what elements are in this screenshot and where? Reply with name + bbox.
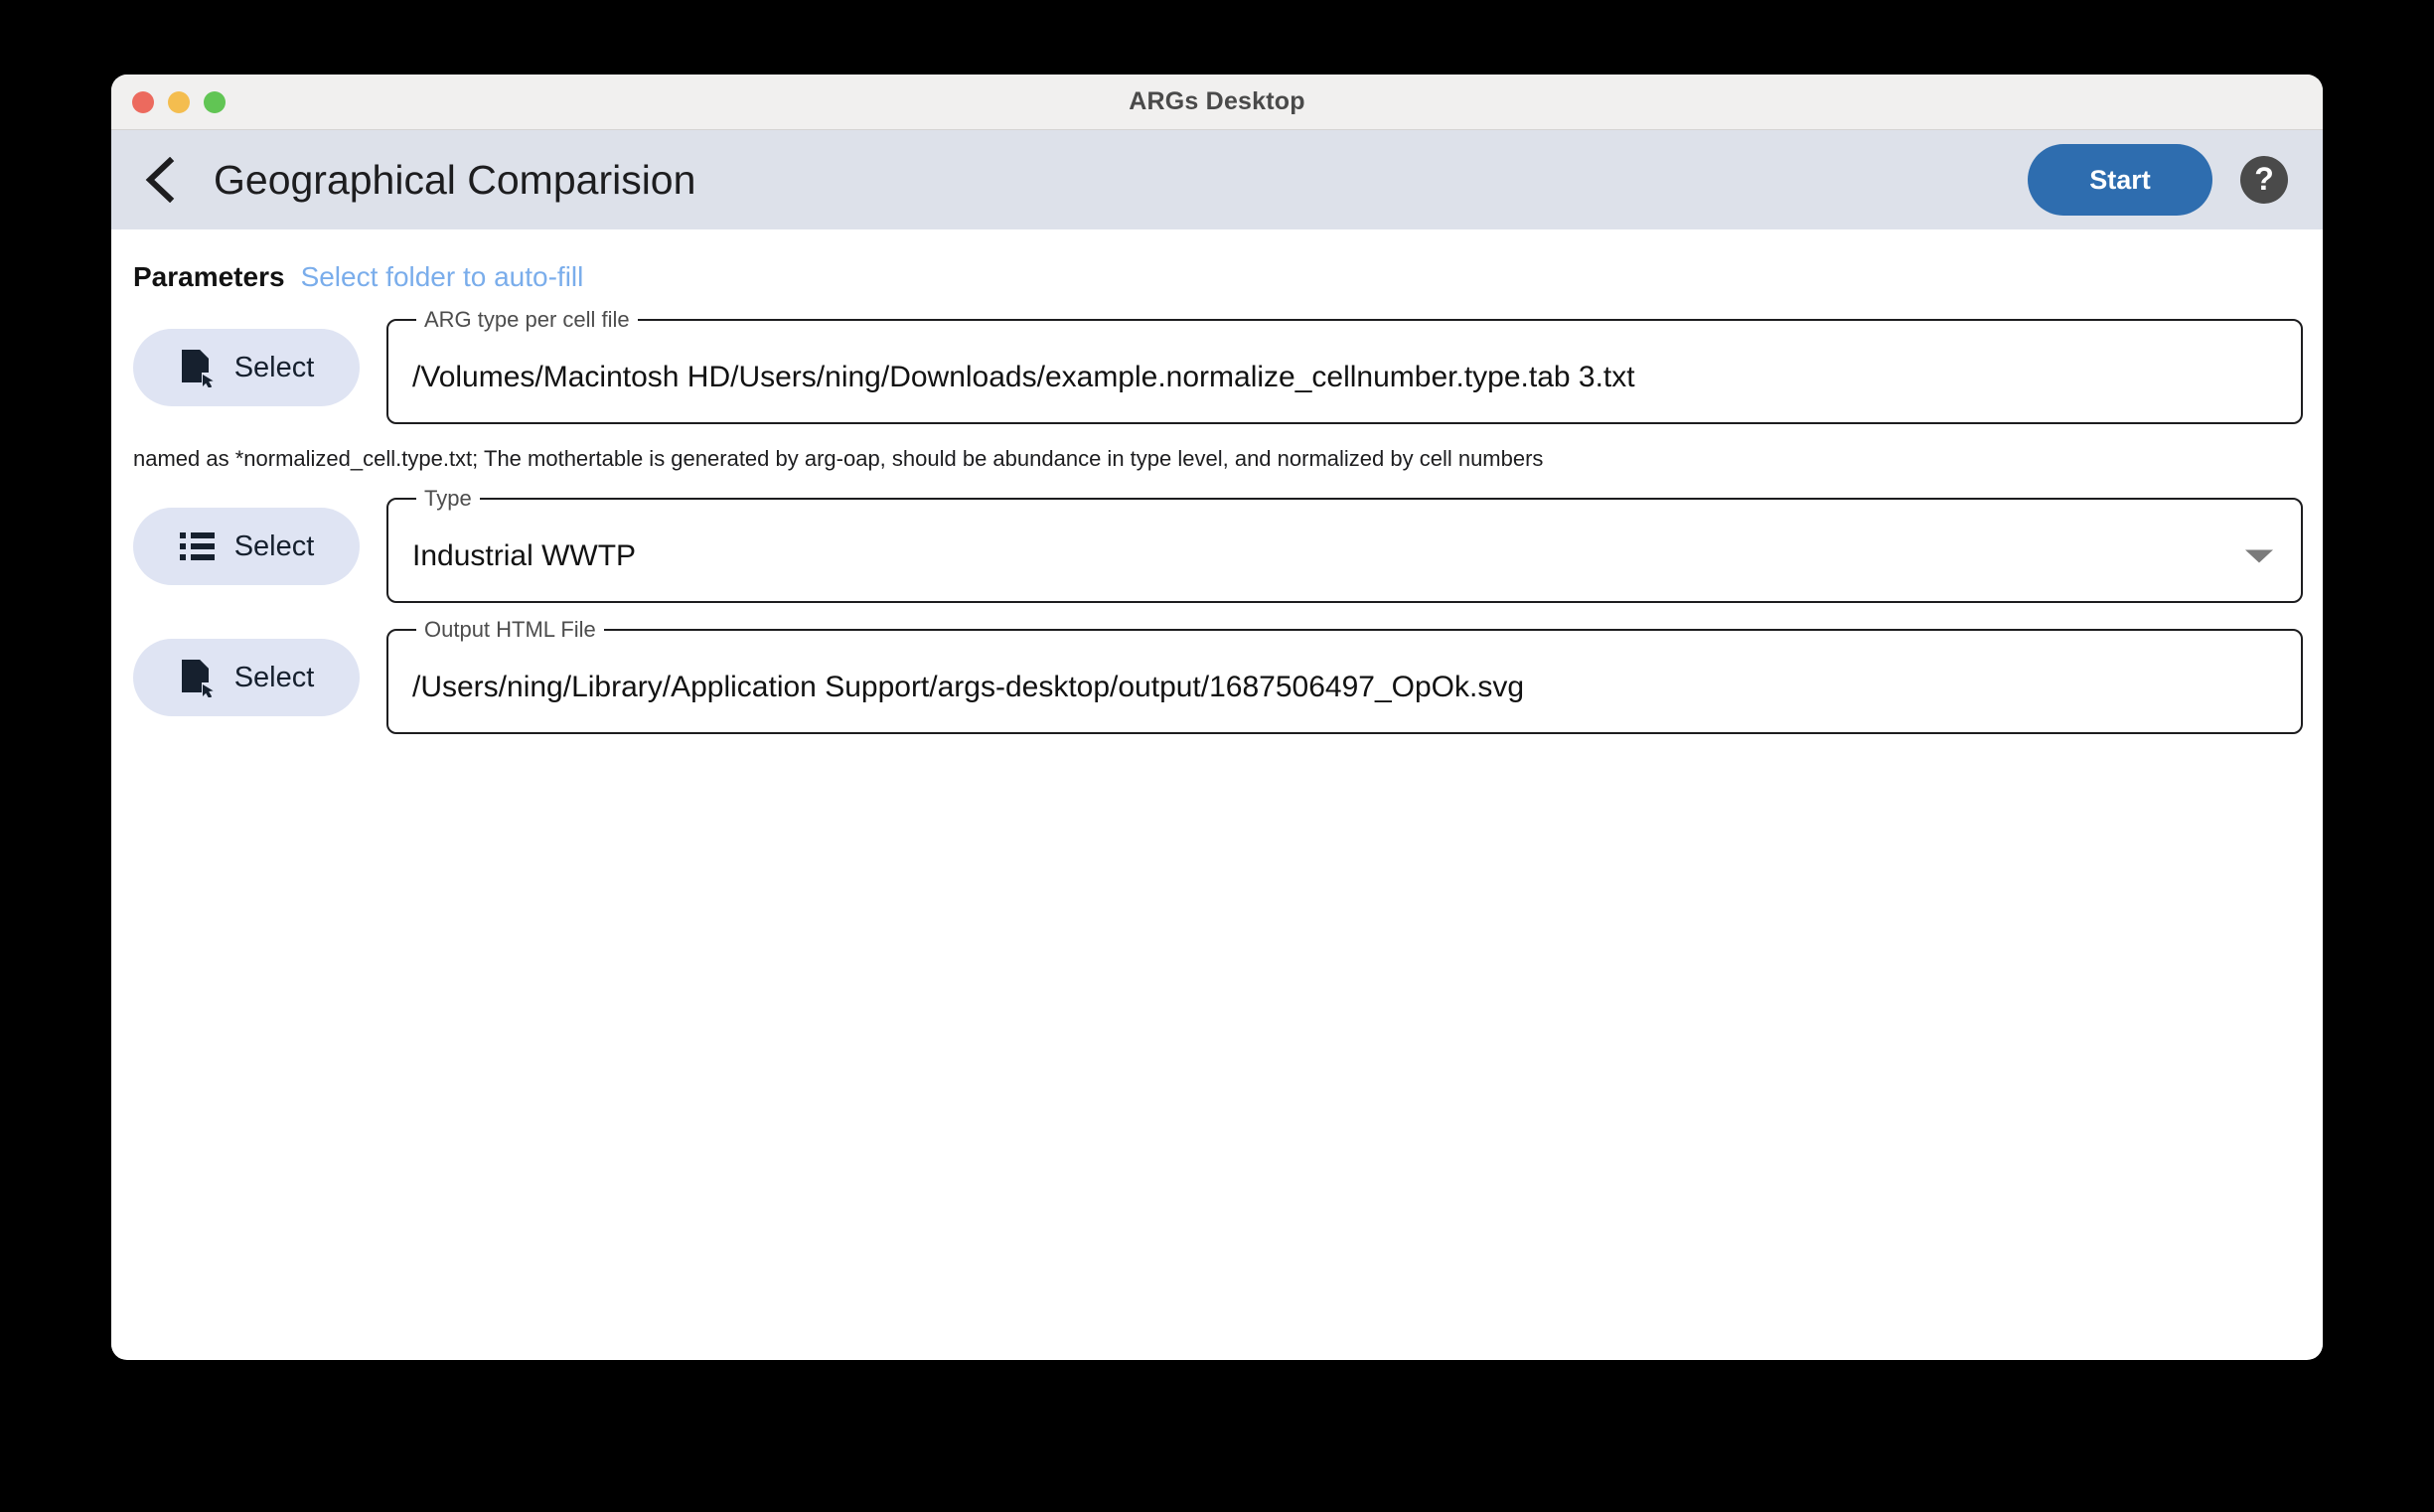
window-title: ARGs Desktop xyxy=(1129,87,1305,115)
start-button[interactable]: Start xyxy=(2028,144,2212,216)
arg-type-file-input[interactable] xyxy=(412,361,2277,394)
select-arg-type-file-button[interactable]: Select xyxy=(133,329,360,406)
app-header: Geographical Comparision Start ? xyxy=(111,130,2323,229)
window-titlebar: ARGs Desktop xyxy=(111,75,2323,130)
select-button-label: Select xyxy=(233,351,315,383)
output-html-file-input[interactable] xyxy=(412,671,2277,704)
field-row-output-html-file: Select Output HTML File xyxy=(111,617,2323,734)
maximize-window-button[interactable] xyxy=(204,90,226,113)
select-button-label: Select xyxy=(233,661,315,693)
chevron-down-icon[interactable] xyxy=(2245,549,2273,563)
field-row-arg-type-per-cell-file: Select ARG type per cell file xyxy=(111,307,2323,424)
arg-type-file-legend: ARG type per cell file xyxy=(424,307,630,332)
output-html-file-legend: Output HTML File xyxy=(424,617,596,642)
chevron-left-icon xyxy=(144,157,176,203)
page-title: Geographical Comparision xyxy=(214,156,696,203)
help-icon[interactable]: ? xyxy=(2240,156,2288,204)
select-folder-autofill-link[interactable]: Select folder to auto-fill xyxy=(301,261,584,293)
file-select-icon xyxy=(179,348,217,387)
desktop-background: ARGs Desktop Geographical Comparision St… xyxy=(0,0,2434,1512)
main-content: Parameters Select folder to auto-fill Se… xyxy=(111,229,2323,1359)
select-button-label: Select xyxy=(233,529,315,562)
close-window-button[interactable] xyxy=(132,90,154,113)
file-select-icon xyxy=(179,658,217,697)
parameters-label: Parameters xyxy=(133,261,285,292)
type-fieldset[interactable]: Type xyxy=(386,486,2303,603)
select-type-button[interactable]: Select xyxy=(133,508,360,585)
type-legend: Type xyxy=(424,486,472,511)
arg-type-file-fieldset: ARG type per cell file xyxy=(386,307,2303,424)
parameters-row: Parameters Select folder to auto-fill xyxy=(111,229,2323,293)
traffic-lights xyxy=(132,90,226,113)
field-row-type: Select Type xyxy=(111,486,2323,603)
list-select-icon xyxy=(179,530,217,562)
minimize-window-button[interactable] xyxy=(168,90,190,113)
output-html-file-fieldset: Output HTML File xyxy=(386,617,2303,734)
back-button[interactable] xyxy=(131,151,189,209)
type-select-value[interactable] xyxy=(412,539,2217,573)
app-window: ARGs Desktop Geographical Comparision St… xyxy=(111,75,2323,1360)
select-output-file-button[interactable]: Select xyxy=(133,639,360,716)
arg-type-file-hint: named as *normalized_cell.type.txt; The … xyxy=(133,446,1544,471)
